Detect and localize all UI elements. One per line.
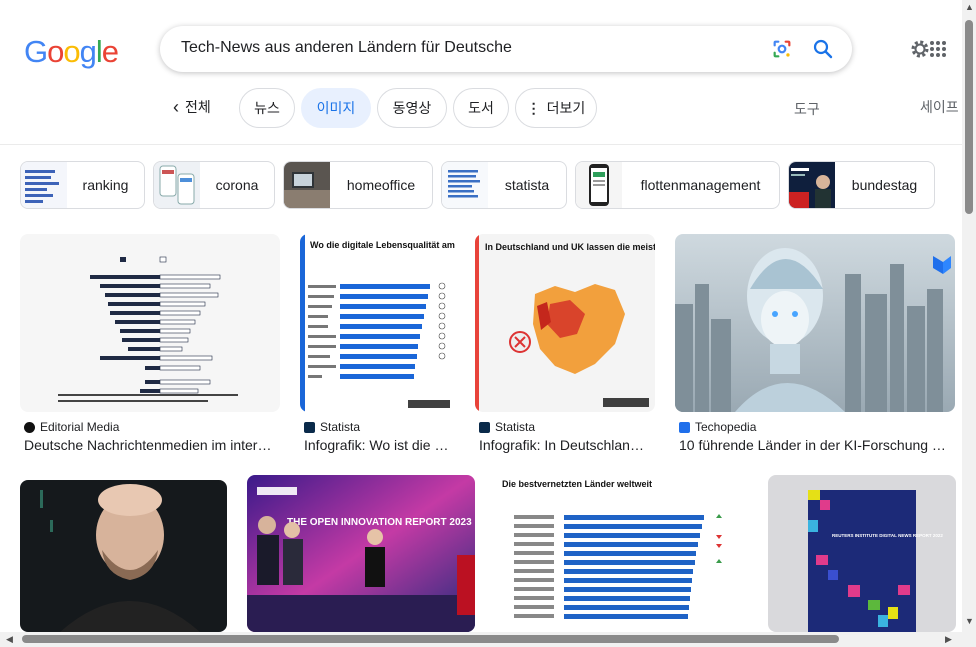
search-input[interactable]: Tech-News aus anderen Ländern für Deutsc…: [181, 39, 512, 57]
result-image[interactable]: [20, 480, 227, 632]
result-image[interactable]: THE OPEN INNOVATION REPORT 2023: [247, 475, 475, 632]
scroll-left-arrow-icon[interactable]: ◀: [6, 634, 13, 645]
statista-favicon: [479, 421, 490, 433]
thumb-caption: REUTERS INSTITUTE DIGITAL NEWS REPORT 20…: [832, 533, 943, 538]
google-lens-icon[interactable]: [771, 38, 793, 60]
thumb-title: Wo die digitale Lebensqualität am höchst…: [310, 240, 455, 250]
thumb-title: In Deutschland und UK lassen die meisten…: [485, 242, 655, 252]
related-thumbnail: [576, 162, 622, 208]
horizontal-scrollbar-thumb[interactable]: [22, 635, 839, 643]
related-thumbnail: [284, 162, 330, 208]
related-chip-statista[interactable]: statista: [441, 161, 567, 209]
scroll-right-arrow-icon[interactable]: ▶: [945, 634, 952, 645]
tools-button[interactable]: 도구: [794, 99, 820, 119]
search-icon[interactable]: [811, 37, 835, 61]
result-source[interactable]: Techopedia: [679, 420, 756, 434]
result-source[interactable]: Editorial Media: [24, 420, 119, 434]
related-chip-ranking[interactable]: ranking: [20, 161, 145, 209]
related-chip-bundestag[interactable]: bundestag: [788, 161, 935, 209]
techopedia-favicon: [679, 421, 690, 433]
result-title[interactable]: Deutsche Nachrichtenmedien im inter…: [24, 437, 280, 453]
result-image[interactable]: Die bestvernetzten Länder weltweit: [494, 475, 748, 632]
scroll-down-arrow-icon[interactable]: ▼: [965, 616, 974, 626]
tab-more[interactable]: ⋮ 더보기: [515, 88, 597, 128]
search-box[interactable]: Tech-News aus anderen Ländern für Deutsc…: [160, 26, 852, 72]
thumb-title: Die bestvernetzten Länder weltweit: [502, 479, 652, 489]
result-image[interactable]: [20, 234, 280, 412]
search-tabs: ‹ 전체 뉴스 이미지 동영상 도서 ⋮ 더보기 도구 세이프: [0, 88, 976, 128]
tab-images[interactable]: 이미지: [301, 88, 371, 128]
related-thumbnail: [442, 162, 488, 208]
result-title[interactable]: Infografik: Wo ist die …: [304, 437, 455, 453]
result-image[interactable]: [675, 234, 955, 412]
safesearch-button[interactable]: 세이프: [920, 97, 959, 117]
result-source[interactable]: Statista: [304, 420, 360, 434]
result-image[interactable]: Wo die digitale Lebensqualität am höchst…: [300, 234, 455, 412]
related-chip-corona[interactable]: corona: [153, 161, 275, 209]
related-thumbnail: [789, 162, 835, 208]
editorial-media-favicon: [24, 421, 35, 433]
statista-favicon: [304, 421, 315, 433]
result-image[interactable]: In Deutschland und UK lassen die meisten…: [475, 234, 655, 412]
scroll-up-arrow-icon[interactable]: ▲: [965, 2, 974, 12]
related-chip-homeoffice[interactable]: homeoffice: [283, 161, 433, 209]
result-title[interactable]: Infografik: In Deutschlan…: [479, 437, 655, 453]
related-thumbnail: [21, 162, 67, 208]
tab-all[interactable]: ‹ 전체: [173, 97, 211, 117]
more-vert-icon: ⋮: [526, 99, 541, 116]
result-source[interactable]: Statista: [479, 420, 535, 434]
tab-videos[interactable]: 동영상: [377, 88, 447, 128]
related-thumbnail: [154, 162, 200, 208]
thumb-caption: THE OPEN INNOVATION REPORT 2023: [287, 517, 472, 528]
result-title[interactable]: 10 führende Länder in der KI-Forschung …: [679, 437, 955, 453]
chevron-left-icon: ‹: [173, 97, 179, 117]
divider: [0, 144, 962, 145]
tab-books[interactable]: 도서: [453, 88, 509, 128]
google-logo[interactable]: Google: [24, 34, 119, 70]
tab-news[interactable]: 뉴스: [239, 88, 295, 128]
vertical-scrollbar-thumb[interactable]: [965, 20, 973, 214]
result-image[interactable]: REUTERS INSTITUTE DIGITAL NEWS REPORT 20…: [768, 475, 956, 632]
google-apps-icon[interactable]: [928, 39, 948, 59]
related-chip-flottenmanagement[interactable]: flottenmanagement: [575, 161, 780, 209]
